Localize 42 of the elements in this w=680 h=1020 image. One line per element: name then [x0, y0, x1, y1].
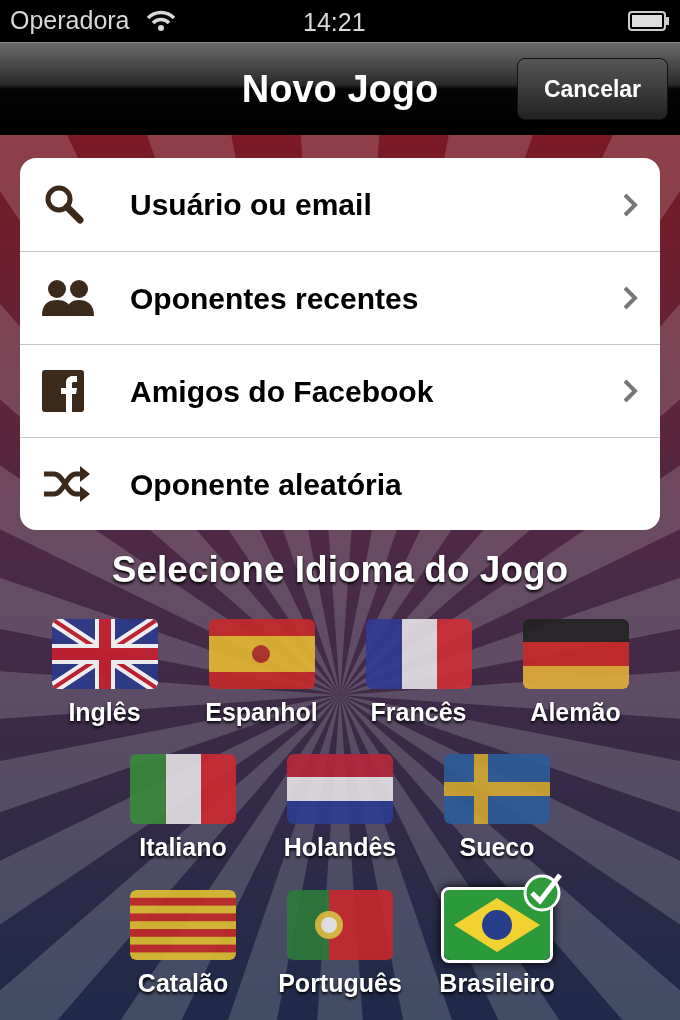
- language-label: Alemão: [530, 696, 621, 728]
- language-label: Holandês: [283, 832, 397, 863]
- language-option[interactable]: Sueco: [418, 733, 576, 867]
- flag-icon: [127, 751, 239, 827]
- flag-icon: [441, 886, 553, 963]
- language-label: Português: [278, 967, 402, 999]
- language-label: Espanhol: [205, 696, 318, 728]
- menu-item[interactable]: Oponentes recentes: [20, 251, 660, 344]
- language-label: Brasileiro: [439, 967, 555, 999]
- language-label: Sueco: [459, 832, 535, 863]
- facebook-icon: [42, 370, 84, 412]
- menu-item[interactable]: Usuário ou email: [20, 158, 660, 251]
- language-label: Italiano: [139, 832, 227, 863]
- language-option[interactable]: Alemão: [497, 597, 654, 731]
- language-option[interactable]: Catalão: [104, 868, 262, 1002]
- language-option[interactable]: Português: [261, 868, 419, 1002]
- language-option[interactable]: Francês: [340, 597, 497, 731]
- language-label: Inglês: [68, 696, 141, 728]
- clock-time: 14:21: [303, 7, 366, 38]
- cancel-button[interactable]: Cancelar: [517, 58, 668, 120]
- menu-label: Amigos do Facebook: [130, 373, 435, 410]
- language-option[interactable]: Espanhol: [183, 597, 340, 731]
- wifi-icon: [145, 10, 176, 32]
- language-option[interactable]: Inglês: [26, 597, 183, 731]
- shuffle-icon: [42, 466, 90, 502]
- language-label: Francês: [370, 696, 467, 728]
- language-option[interactable]: Italiano: [104, 733, 262, 867]
- flag-icon: [441, 751, 553, 827]
- menu-label: Usuário ou email: [130, 187, 373, 223]
- language-option[interactable]: Holandês: [261, 733, 419, 867]
- menu-label: Oponente aleatória: [130, 466, 403, 503]
- menu-item[interactable]: Amigos do Facebook: [20, 344, 660, 437]
- menu-label: Oponentes recentes: [130, 280, 420, 317]
- menu-item[interactable]: Oponente aleatória: [20, 437, 660, 530]
- battery-icon: [628, 11, 670, 31]
- flag-icon: [284, 751, 396, 827]
- people-icon: [42, 278, 94, 318]
- language-option[interactable]: Brasileiro: [418, 868, 576, 1002]
- section-heading: Selecione Idioma do Jogo: [111, 548, 569, 592]
- language-label: Catalão: [137, 967, 229, 999]
- carrier-name: Operadora: [10, 5, 130, 37]
- screen-title: Novo Jogo: [241, 66, 439, 112]
